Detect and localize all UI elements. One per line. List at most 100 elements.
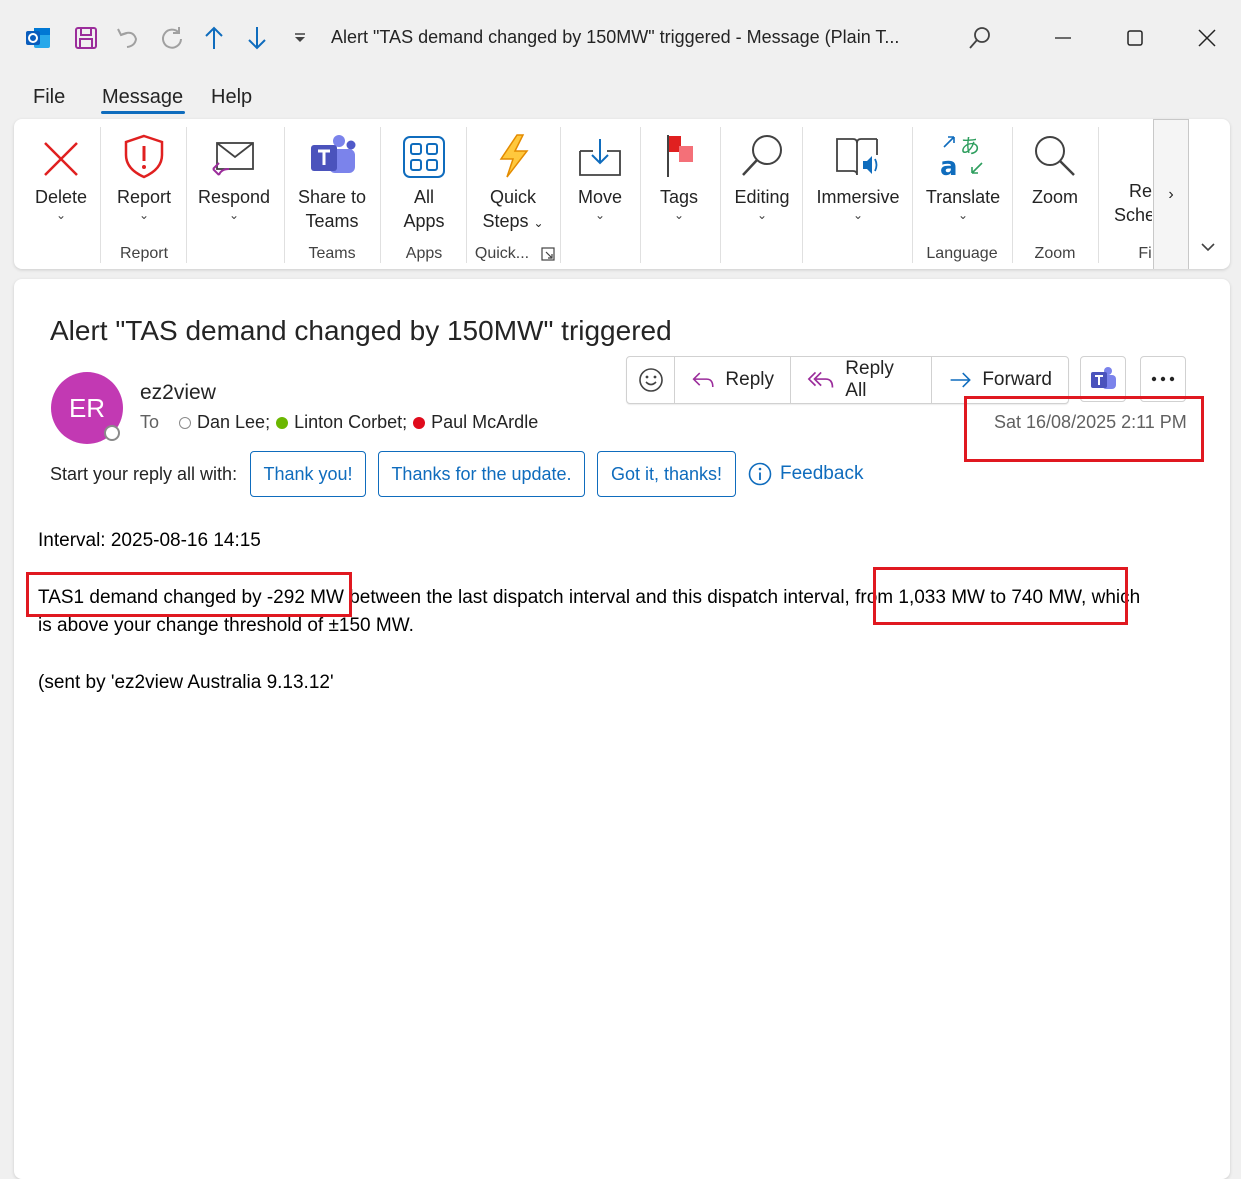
sender-name[interactable]: ez2view	[140, 381, 216, 405]
editing-label: Editing	[734, 187, 790, 207]
delete-label: Delete	[34, 187, 88, 207]
separator	[380, 127, 381, 263]
move-folder-icon	[577, 131, 623, 179]
redo-icon[interactable]	[158, 24, 186, 52]
save-icon[interactable]	[72, 24, 100, 52]
recipient[interactable]: Dan Lee;	[197, 412, 270, 433]
translate-label: Translate	[925, 187, 1001, 207]
customize-dropdown-icon[interactable]	[286, 24, 314, 52]
separator	[1098, 127, 1099, 263]
envelope-reply-icon	[211, 131, 257, 179]
suggested-reply-button[interactable]: Thanks for the update.	[378, 451, 585, 497]
maximize-icon[interactable]	[1115, 20, 1155, 56]
body-interval: Interval: 2025-08-16 14:15	[38, 530, 261, 551]
forward-icon	[950, 372, 971, 388]
recipient[interactable]: Paul McArdle	[431, 412, 538, 433]
window-title: Alert "TAS demand changed by 150MW" trig…	[331, 27, 900, 47]
recipients-line: To Dan Lee; Linton Corbet; Paul McArdle	[140, 412, 538, 433]
reply-icon	[692, 372, 714, 388]
group-label-partial: Fi	[1138, 245, 1152, 262]
chevron-down-icon: ⌄	[957, 208, 969, 222]
separator	[560, 127, 561, 263]
quick-steps-button[interactable]: Quick Steps ⌄	[476, 119, 550, 249]
delete-button[interactable]: Delete ⌄	[28, 119, 94, 249]
search-icon[interactable]	[960, 20, 1000, 56]
share-to-teams-button[interactable]: Share to Teams	[294, 119, 370, 249]
down-arrow-icon[interactable]	[243, 24, 271, 52]
respond-button[interactable]: Respond ⌄	[198, 119, 270, 249]
apps-grid-icon	[402, 131, 446, 179]
highlight-box-date	[964, 396, 1204, 462]
translate-icon: aあ	[940, 131, 986, 179]
separator	[186, 127, 187, 263]
presence-busy-icon	[413, 416, 426, 429]
chevron-down-icon: ⌄	[852, 208, 864, 222]
group-label-apps: Apps	[405, 245, 443, 262]
move-button[interactable]: Move ⌄	[570, 119, 630, 249]
presence-offline-icon	[179, 416, 192, 429]
zoom-label: Zoom	[1031, 187, 1078, 207]
ribbon-expand-icon[interactable]	[1200, 239, 1216, 260]
tab-message[interactable]: Message	[102, 86, 183, 109]
suggested-replies-label: Start your reply all with:	[50, 464, 238, 484]
immersive-reader-button[interactable]: Immersive ⌄	[812, 119, 904, 249]
chevron-down-icon: ⌄	[673, 208, 685, 222]
emoji-reaction-button[interactable]	[627, 357, 675, 403]
report-label: Report	[116, 187, 172, 207]
reply-button[interactable]: Reply	[675, 357, 791, 403]
report-button[interactable]: Report ⌄	[110, 119, 178, 249]
separator	[1012, 127, 1013, 263]
group-label-quick: Quick...	[474, 245, 530, 262]
reschedule-button-partial[interactable]: Re Sche	[1114, 179, 1152, 227]
separator	[284, 127, 285, 263]
ribbon-scroll-right-button[interactable]: ›	[1153, 119, 1189, 269]
minimize-icon[interactable]	[1043, 20, 1083, 56]
suggested-reply-button[interactable]: Thank you!	[250, 451, 366, 497]
all-apps-button[interactable]: All Apps	[392, 119, 456, 249]
editing-button[interactable]: Editing ⌄	[728, 119, 796, 249]
chevron-down-icon: ⌄	[756, 208, 768, 222]
active-tab-indicator	[101, 111, 185, 114]
message-subject: Alert "TAS demand changed by 150MW" trig…	[50, 315, 672, 346]
separator	[640, 127, 641, 263]
tags-label: Tags	[659, 187, 699, 207]
teams-icon	[1091, 367, 1116, 389]
recipient[interactable]: Linton Corbet;	[294, 412, 407, 433]
group-label-zoom: Zoom	[1034, 245, 1076, 262]
close-icon[interactable]	[1187, 20, 1227, 56]
translate-button[interactable]: aあ Translate ⌄	[924, 119, 1002, 249]
apps-label: All Apps	[403, 187, 445, 231]
dialog-launcher-icon[interactable]	[541, 247, 555, 266]
body-signature: (sent by 'ez2view Australia 9.13.12'	[38, 672, 334, 693]
respond-label: Respond	[197, 187, 271, 207]
immersive-reader-icon	[833, 131, 883, 179]
outlook-icon[interactable]	[24, 24, 52, 52]
up-arrow-icon[interactable]	[200, 24, 228, 52]
feedback-link[interactable]: Feedback	[748, 462, 863, 486]
tags-button[interactable]: Tags ⌄	[650, 119, 708, 249]
zoom-icon	[1032, 131, 1078, 179]
share-label: Share to Teams	[297, 187, 367, 231]
info-icon	[748, 462, 772, 486]
ribbon: Delete ⌄ Report ⌄ Report Respond ⌄ Share…	[14, 119, 1230, 269]
reply-all-button[interactable]: Reply All	[791, 357, 932, 403]
svg-text:a: a	[940, 152, 958, 179]
undo-icon[interactable]	[114, 24, 142, 52]
presence-available-icon	[276, 416, 289, 429]
immersive-label: Immersive	[816, 187, 900, 207]
suggested-reply-button[interactable]: Got it, thanks!	[597, 451, 736, 497]
magnifier-icon	[739, 131, 785, 179]
reply-all-icon	[807, 371, 834, 388]
separator	[802, 127, 803, 263]
separator	[466, 127, 467, 263]
zoom-button[interactable]: Zoom	[1022, 119, 1088, 249]
flag-icon	[662, 131, 696, 179]
separator	[912, 127, 913, 263]
shield-alert-icon	[122, 131, 166, 179]
highlight-box-range	[873, 567, 1128, 625]
chevron-down-icon: ⌄	[594, 208, 606, 222]
tab-help[interactable]: Help	[211, 86, 252, 109]
group-label-language: Language	[926, 245, 998, 262]
tab-file[interactable]: File	[33, 86, 65, 109]
ellipsis-icon	[1151, 376, 1175, 382]
